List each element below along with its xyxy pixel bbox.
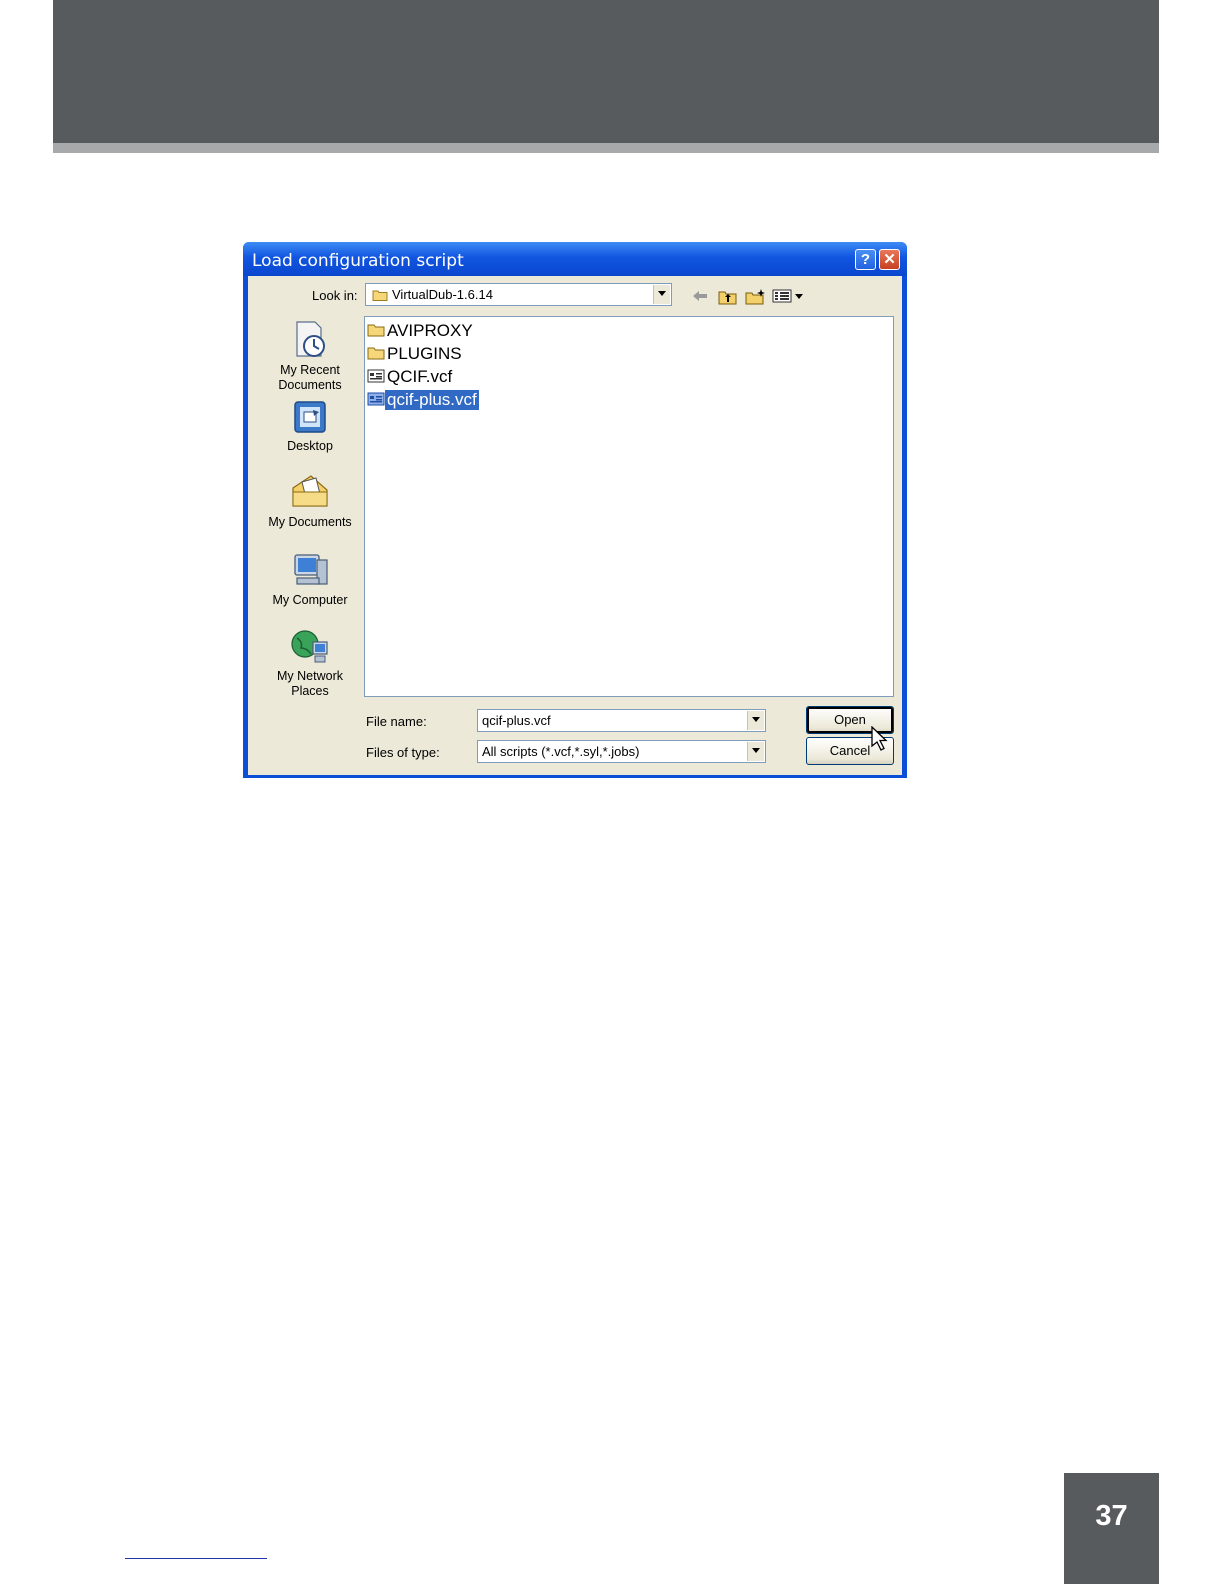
place-label: My Computer [272,593,348,607]
files-of-type-select[interactable]: All scripts (*.vcf,*.syl,*.jobs) [477,740,766,763]
title-bar[interactable]: Load configuration script ? ✕ [243,242,907,276]
files-of-type-value: All scripts (*.vcf,*.syl,*.jobs) [482,744,640,759]
place-label: Places [291,684,329,698]
folder-icon [372,290,388,301]
desktop-icon [294,401,326,433]
place-label: My Network [277,669,343,683]
place-my-computer[interactable]: My Computer [260,552,360,608]
network-places-icon [291,630,328,663]
help-button[interactable]: ? [855,249,876,270]
recent-documents-icon [296,321,325,357]
file-name-label: File name: [366,714,427,729]
file-name: PLUGINS [387,344,462,363]
header-rule [53,143,1159,153]
my-computer-icon [294,554,328,585]
mouse-cursor-icon [871,726,888,751]
files-of-type-label: Files of type: [366,745,440,760]
new-folder-icon[interactable] [745,289,767,305]
file-name: QCIF.vcf [387,367,453,386]
place-label: Desktop [287,439,333,453]
script-file-icon [367,369,385,383]
load-config-dialog: Load configuration script ? ✕ Look in: V… [243,242,907,778]
folder-icon [367,324,385,337]
close-button[interactable]: ✕ [879,249,900,270]
chevron-down-icon[interactable] [653,285,670,304]
place-desktop[interactable]: Desktop [260,400,360,454]
header-band [53,0,1159,143]
place-my-documents[interactable]: My Documents [260,474,360,530]
page-number-tab: 37 [1064,1473,1159,1584]
folder-icon [367,347,385,360]
chevron-down-icon[interactable] [747,742,764,761]
look-in-value: VirtualDub-1.6.14 [392,287,493,302]
back-icon[interactable] [691,289,709,303]
file-name: qcif-plus.vcf [385,390,479,410]
look-in-label: Look in: [312,288,358,303]
file-list[interactable]: AVIPROXY PLUGINS QCIF.vcf qcif-plus.vcf [364,316,894,697]
up-folder-icon[interactable] [718,289,738,305]
file-name-value: qcif-plus.vcf [482,713,551,728]
place-label: Documents [278,378,342,392]
place-label: My Recent [280,363,340,377]
place-recent-documents[interactable]: My Recent Documents [260,320,360,393]
file-name: AVIPROXY [387,321,473,340]
footer-rule [125,1558,267,1559]
file-name-input[interactable]: qcif-plus.vcf [477,709,766,732]
chevron-down-icon[interactable] [747,711,764,730]
view-menu-icon[interactable] [772,289,806,303]
script-file-icon [367,392,385,406]
place-label: My Documents [268,515,352,529]
dialog-client: Look in: VirtualDub-1.6.14 My Recent Doc… [248,276,902,775]
my-documents-icon [292,475,328,507]
place-network[interactable]: My Network Places [260,628,360,699]
dialog-title: Load configuration script [252,251,464,271]
look-in-select[interactable]: VirtualDub-1.6.14 [365,283,672,306]
page-number: 37 [1095,1500,1128,1532]
